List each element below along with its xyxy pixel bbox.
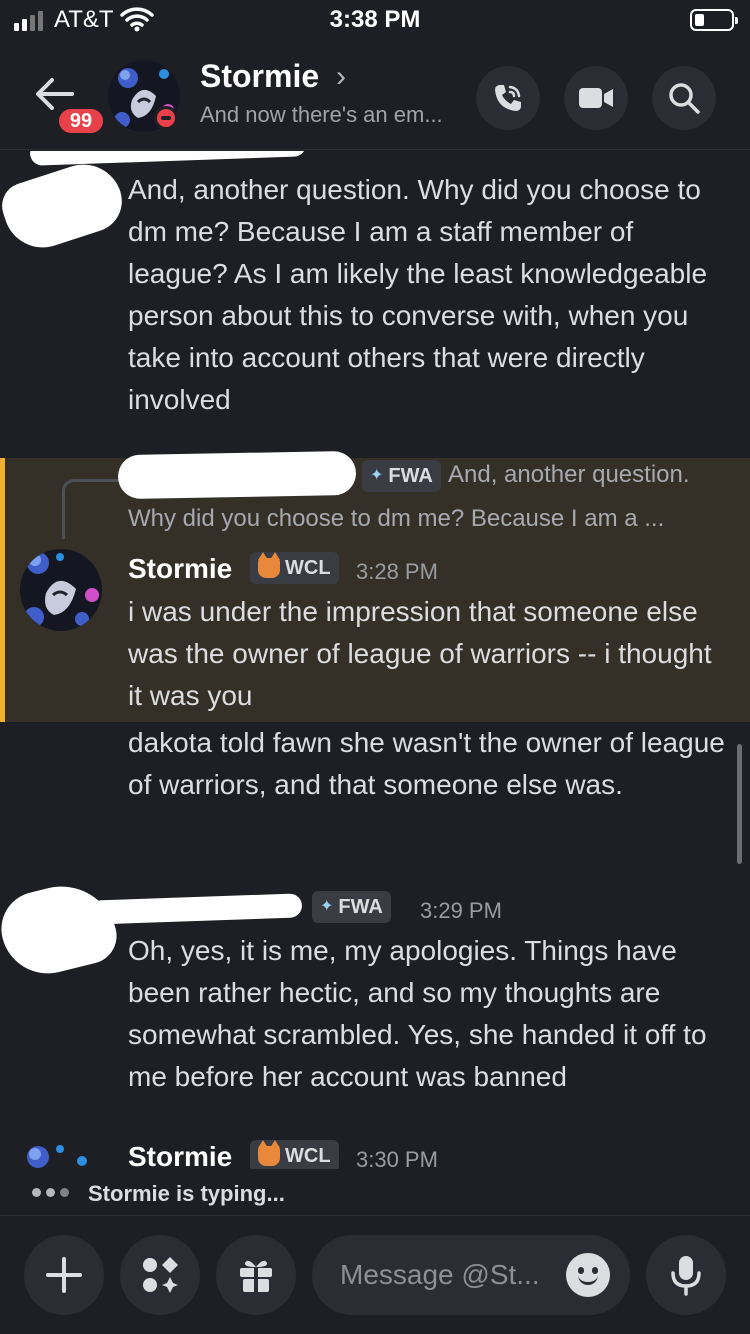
search-icon [669,83,700,114]
search-button[interactable] [652,66,716,130]
author-avatar[interactable] [20,1139,102,1169]
voice-call-button[interactable] [476,66,540,130]
battery-icon [690,9,738,31]
redacted-avatar [0,154,130,258]
message-author[interactable]: Stormie [128,1141,232,1169]
message-composer: Message @St... [0,1217,750,1334]
typing-indicator: Stormie is typing... [0,1170,750,1216]
scrollbar[interactable] [737,744,742,864]
voice-message-button[interactable] [646,1235,726,1315]
message-author[interactable]: Stormie [128,553,232,585]
typing-dots-icon [32,1188,69,1197]
apps-button[interactable] [120,1235,200,1315]
message-list[interactable]: And, another question. Why did you choos… [0,151,750,1169]
unread-badge: 99 [56,106,106,136]
server-tag: ✦ FWA [312,891,391,923]
typing-text: Stormie is typing... [88,1181,285,1206]
microphone-icon [671,1256,701,1296]
header-username[interactable]: Stormie [200,58,319,95]
apps-icon [143,1257,178,1293]
cat-icon [258,552,280,578]
message-text: And, another question. Why did you choos… [128,174,708,415]
chevron-right-icon[interactable]: › [336,60,346,94]
reply-preview-line1[interactable]: And, another question. [448,461,690,489]
redacted-username [89,893,303,925]
status-time: 3:38 PM [329,6,421,33]
diamond-icon: ✦ [370,467,384,484]
gift-button[interactable] [216,1235,296,1315]
message-text: Oh, yes, it is me, my apologies. Things … [128,935,707,1092]
add-attachment-button[interactable] [24,1235,104,1315]
message-input[interactable]: Message @St... [312,1235,630,1315]
redacted-username [29,151,307,166]
emoji-icon[interactable] [566,1253,610,1297]
author-avatar[interactable] [20,549,102,631]
dnd-status-icon [154,106,178,130]
message-timestamp: 3:28 PM [356,559,438,584]
header-custom-status: And now there's an em... [200,102,443,127]
chat-header: 99 Stormie › And now there's an em... [0,42,750,150]
server-tag: WCL [250,552,339,584]
message-timestamp: 3:29 PM [420,898,502,923]
redacted-reply-author [117,450,357,500]
message-text: dakota told fawn she wasn't the owner of… [128,727,725,800]
message-placeholder: Message @St... [340,1259,540,1290]
cat-icon [258,1140,280,1166]
server-tag: WCL [250,1140,339,1169]
phone-call-icon [495,85,521,111]
plus-icon [46,1257,82,1293]
video-call-button[interactable] [564,66,628,130]
redacted-avatar [0,874,123,984]
message-text: i was under the impression that someone … [128,596,712,711]
reply-preview-line2[interactable]: Why did you choose to dm me? Because I a… [128,505,664,533]
status-bar: AT&T 3:38 PM [0,0,750,40]
reply-connector [62,479,118,539]
video-camera-icon [579,88,613,108]
message-timestamp: 3:30 PM [356,1147,438,1169]
diamond-icon: ✦ [320,898,334,915]
gift-icon [240,1260,272,1292]
reply-server-tag: ✦ FWA [362,460,441,492]
